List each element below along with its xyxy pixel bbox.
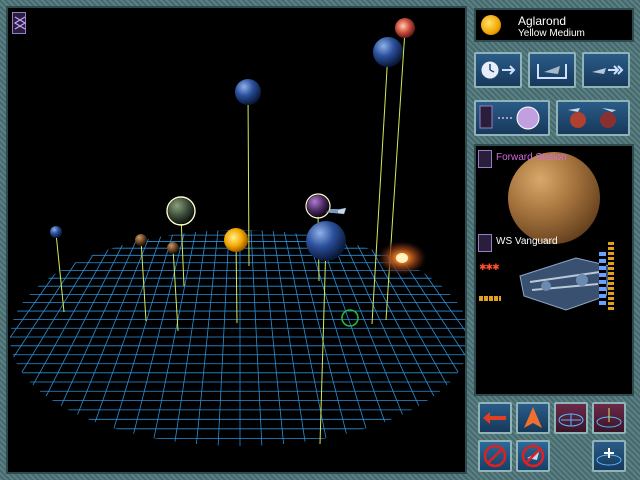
- center-view-button[interactable]: [592, 402, 626, 434]
- fleet-move-button[interactable]: [582, 52, 630, 88]
- planet-blue-high: [235, 79, 261, 105]
- planet-purple: [307, 195, 329, 217]
- hull-gauge: [608, 242, 614, 312]
- planet-green: [168, 198, 194, 224]
- ship-menu-button[interactable]: [478, 234, 492, 252]
- planet-small-brown: [135, 234, 147, 246]
- nebula-icon: [376, 240, 428, 276]
- time-advance-icon: [480, 60, 516, 80]
- planet-blue-top: [373, 37, 403, 67]
- planet-view-icon: [479, 105, 540, 130]
- planet-large-blue: [306, 221, 346, 261]
- cargo-bars: [479, 296, 501, 301]
- cancel-fleet-icon: [521, 444, 545, 468]
- cancel-button[interactable]: [478, 440, 512, 472]
- grid-view-button[interactable]: [554, 402, 588, 434]
- planet-small-blue: [50, 226, 62, 238]
- launch-button[interactable]: [516, 402, 550, 434]
- time-advance-button[interactable]: [474, 52, 522, 88]
- move-button[interactable]: [478, 402, 512, 434]
- station-menu-button[interactable]: [478, 150, 492, 168]
- star-aglarond-icon: [224, 228, 248, 252]
- transfer-icon: [537, 64, 567, 79]
- zoom-in-icon: [596, 448, 622, 466]
- selection-info-panel: Forward Station WS Vanguard ✱✱✱: [474, 144, 634, 396]
- viewport-menu-button[interactable]: [12, 12, 26, 34]
- star-name: Aglarond: [518, 14, 567, 28]
- move-arrow-icon: [483, 412, 506, 424]
- planet-view-button[interactable]: [474, 100, 550, 136]
- fleet-move-icon: [592, 65, 624, 75]
- grid-view-icon: [558, 413, 584, 427]
- station-name: Forward Station: [496, 152, 567, 163]
- cancel-icon: [483, 444, 507, 468]
- fleet-view-icon: [568, 108, 616, 128]
- launch-icon: [524, 407, 542, 428]
- system-map: [10, 18, 465, 446]
- crew-rating-icon: ✱✱✱: [479, 262, 500, 272]
- planet-small-brown-2: [167, 242, 179, 254]
- star-type: Yellow Medium: [518, 28, 585, 39]
- yellow-star-icon: [481, 15, 501, 35]
- fleet-view-button[interactable]: [556, 100, 630, 136]
- transfer-button[interactable]: [528, 52, 576, 88]
- shield-gauge: [599, 252, 606, 308]
- star-info: Aglarond Yellow Medium: [474, 8, 634, 42]
- system-viewport[interactable]: [6, 6, 467, 474]
- zoom-in-button[interactable]: [592, 440, 626, 472]
- planet-portrait: [508, 152, 600, 244]
- center-view-icon: [596, 408, 622, 428]
- cancel-fleet-button[interactable]: [516, 440, 550, 472]
- planet-red-top: [395, 18, 415, 38]
- side-panel: Aglarond Yellow Medium Forward Station W…: [470, 4, 636, 476]
